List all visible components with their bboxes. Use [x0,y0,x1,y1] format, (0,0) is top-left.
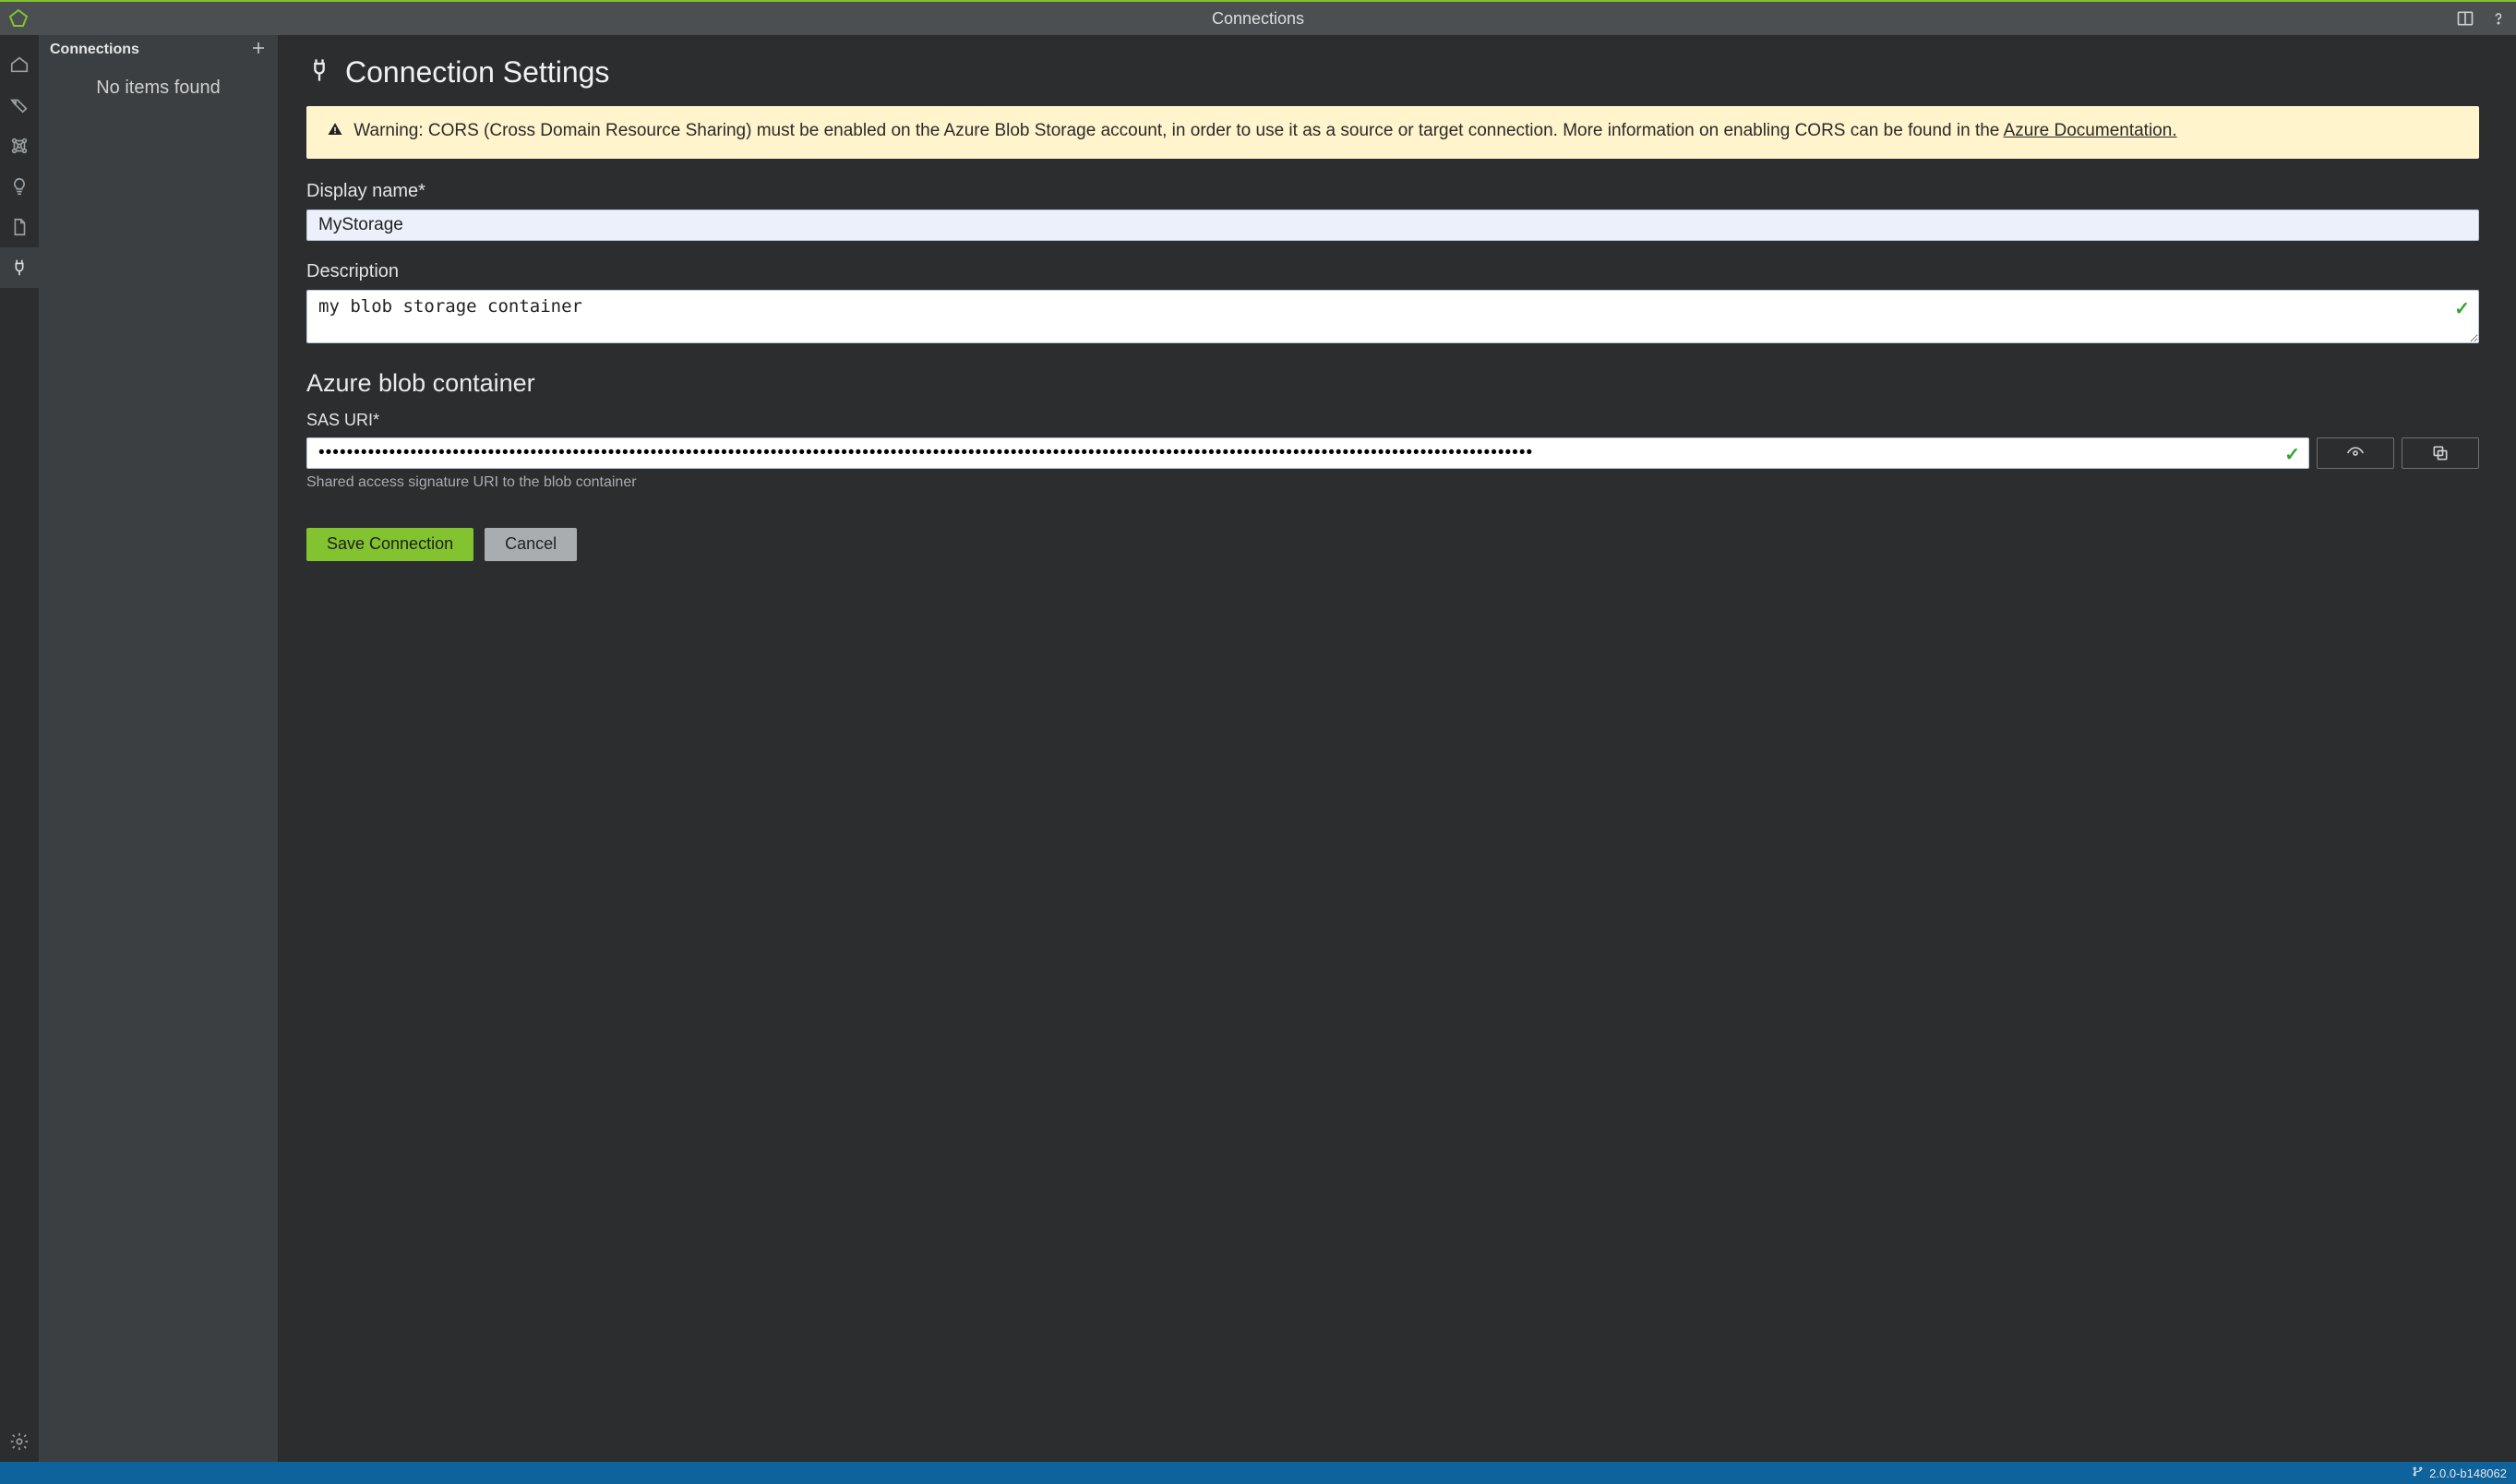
description-input[interactable] [306,290,2479,343]
page-title: Connection Settings [345,55,609,90]
provider-section-title: Azure blob container [306,369,2479,398]
content-area: Connection Settings Warning: CORS (Cross… [279,35,2516,1462]
nav-connections-icon[interactable] [0,247,39,288]
display-name-label: Display name* [306,181,2479,202]
titlebar: Connections [0,0,2516,35]
window-title: Connections [1212,9,1304,29]
app-logo-icon [7,7,30,30]
warning-icon [327,121,343,146]
plug-icon [306,57,332,89]
side-panel-empty-text: No items found [96,78,221,1462]
description-label: Description [306,261,2479,282]
valid-check-icon: ✓ [2284,443,2300,466]
nav-settings-icon[interactable] [0,1421,39,1462]
side-panel: Connections No items found [39,35,279,1462]
sas-uri-label: SAS URI* [306,411,2479,430]
display-name-input[interactable] [306,209,2479,241]
help-icon[interactable] [2488,8,2509,29]
cors-warning-alert: Warning: CORS (Cross Domain Resource Sha… [306,106,2479,159]
panel-toggle-icon[interactable] [2455,8,2475,29]
nav-document-icon[interactable] [0,207,39,247]
nav-home-icon[interactable] [0,44,39,85]
save-connection-button[interactable]: Save Connection [306,528,473,561]
sas-uri-help-text: Shared access signature URI to the blob … [306,474,2479,491]
nav-network-icon[interactable] [0,126,39,166]
add-connection-button[interactable] [250,40,267,60]
alert-text: Warning: CORS (Cross Domain Resource Sha… [353,121,2003,140]
side-panel-title: Connections [50,42,139,58]
statusbar: 2.0.0-b148062 [0,1462,2516,1484]
nav-ideas-icon[interactable] [0,166,39,207]
copy-secret-button[interactable] [2402,437,2479,469]
nav-tags-icon[interactable] [0,85,39,126]
reveal-secret-button[interactable] [2317,437,2394,469]
activitybar [0,35,39,1462]
cancel-button[interactable]: Cancel [485,528,577,561]
git-branch-icon [2412,1466,2424,1480]
version-text: 2.0.0-b148062 [2429,1466,2507,1480]
azure-documentation-link[interactable]: Azure Documentation. [2004,121,2177,140]
valid-check-icon: ✓ [2454,297,2470,320]
sas-uri-input[interactable] [306,437,2309,469]
